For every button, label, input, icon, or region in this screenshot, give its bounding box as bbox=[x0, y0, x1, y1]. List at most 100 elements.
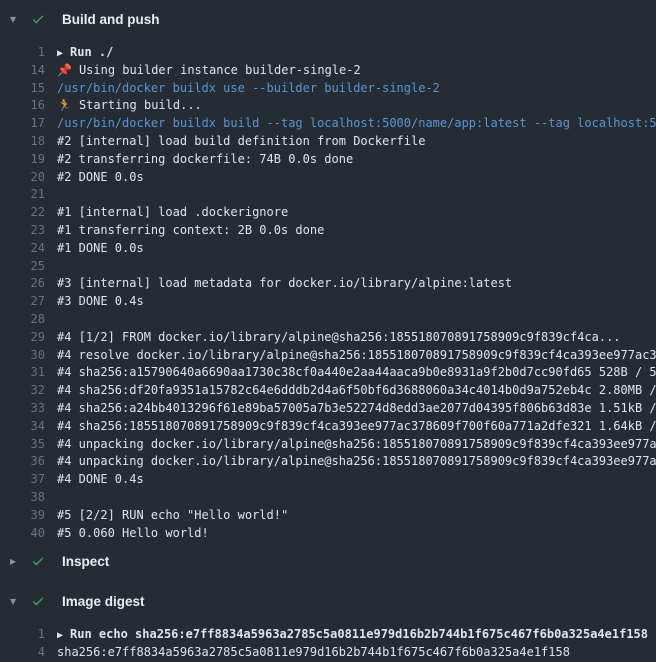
log-line: 22 #1 [internal] load .dockerignore bbox=[0, 204, 656, 222]
section-image-digest: ▾ Image digest 1 ▶Run echo sha256:e7ff883… bbox=[0, 582, 656, 662]
log-text: #1 transferring context: 2B 0.0s done bbox=[57, 222, 656, 240]
line-number[interactable]: 34 bbox=[0, 418, 45, 436]
line-number[interactable]: 36 bbox=[0, 453, 45, 471]
log-line: 32 #4 sha256:df20fa9351a15782c64e6dddb2d4… bbox=[0, 382, 656, 400]
log-line: 31 #4 sha256:a15790640a6690aa1730c38cf0a4… bbox=[0, 364, 656, 382]
chevron-down-icon[interactable]: ▾ bbox=[10, 13, 22, 25]
log-line: 1 ▶Run ./ bbox=[0, 44, 656, 62]
section-title[interactable]: Inspect bbox=[62, 554, 109, 569]
log-line: 18 #2 [internal] load build definition fr… bbox=[0, 133, 656, 151]
line-number[interactable]: 22 bbox=[0, 204, 45, 222]
log-line: 40#5 0.060 Hello world! bbox=[0, 525, 656, 543]
log-line: 17/usr/bin/docker buildx build --tag loc… bbox=[0, 115, 656, 133]
pushpin-icon: 📌 bbox=[57, 62, 72, 80]
log-text bbox=[57, 186, 656, 204]
line-number[interactable]: 4 bbox=[0, 644, 45, 662]
log-text: #4 sha256:185518070891758909c9f839cf4ca3… bbox=[57, 418, 656, 436]
log-lines-build-and-push: 1▶Run ./14📌Using builder instance builde… bbox=[0, 44, 656, 542]
log-line: 1 ▶Run echo sha256:e7ff8834a5963a2785c5a0… bbox=[0, 626, 656, 644]
log-text: #2 [internal] load build definition from… bbox=[57, 133, 656, 151]
line-number[interactable]: 20 bbox=[0, 169, 45, 187]
line-number[interactable]: 17 bbox=[0, 115, 45, 133]
log-text: #4 sha256:a24bb4013296f61e89ba57005a7b3e… bbox=[57, 400, 656, 418]
section-header-inspect[interactable]: ▸ Inspect bbox=[0, 542, 656, 580]
log-line: 28 bbox=[0, 311, 656, 329]
log-text: ▶Run ./ bbox=[57, 44, 656, 62]
log-line: 37#4 DONE 0.4s bbox=[0, 471, 656, 489]
section-title[interactable]: Image digest bbox=[62, 594, 145, 609]
log-text: #2 DONE 0.0s bbox=[57, 169, 656, 187]
line-number[interactable]: 32 bbox=[0, 382, 45, 400]
line-number[interactable]: 1 bbox=[0, 626, 45, 644]
log-text bbox=[57, 311, 656, 329]
log-text: #4 unpacking docker.io/library/alpine@sh… bbox=[57, 436, 656, 454]
log-line: 19#2 transferring dockerfile: 74B 0.0s d… bbox=[0, 151, 656, 169]
line-number[interactable]: 23 bbox=[0, 222, 45, 240]
line-number[interactable]: 33 bbox=[0, 400, 45, 418]
log-line: 20 #2 DONE 0.0s bbox=[0, 169, 656, 187]
line-number[interactable]: 16 bbox=[0, 97, 45, 115]
log-text: #3 [internal] load metadata for docker.i… bbox=[57, 275, 656, 293]
check-success-icon bbox=[30, 553, 46, 569]
line-number[interactable]: 27 bbox=[0, 293, 45, 311]
log-text bbox=[57, 258, 656, 276]
log-text: /usr/bin/docker buildx build --tag local… bbox=[57, 115, 656, 133]
line-number[interactable]: 21 bbox=[0, 186, 45, 204]
section-title[interactable]: Build and push bbox=[62, 12, 160, 27]
play-icon: ▶ bbox=[57, 627, 63, 644]
log-line: 30 #4 resolve docker.io/library/alpine@sh… bbox=[0, 347, 656, 365]
log-line: 33 #4 sha256:a24bb4013296f61e89ba57005a7b… bbox=[0, 400, 656, 418]
line-number[interactable]: 39 bbox=[0, 507, 45, 525]
log-text: /usr/bin/docker buildx use --builder bui… bbox=[57, 80, 656, 98]
section-header-build-and-push[interactable]: ▾ Build and push bbox=[0, 0, 656, 38]
log-text: #1 [internal] load .dockerignore bbox=[57, 204, 656, 222]
line-number[interactable]: 24 bbox=[0, 240, 45, 258]
section-inspect: ▸ Inspect bbox=[0, 542, 656, 580]
runner-icon: 🏃 bbox=[57, 97, 72, 115]
check-success-icon bbox=[30, 593, 46, 609]
actions-log: ▾ Build and push 1▶Run ./14📌Using builde… bbox=[0, 0, 656, 662]
play-icon: ▶ bbox=[57, 45, 63, 62]
line-number[interactable]: 28 bbox=[0, 311, 45, 329]
line-number[interactable]: 38 bbox=[0, 489, 45, 507]
log-line: 26 #3 [internal] load metadata for docker… bbox=[0, 275, 656, 293]
line-number[interactable]: 29 bbox=[0, 329, 45, 347]
log-line: 16 🏃Starting build... bbox=[0, 97, 656, 115]
log-text: #5 [2/2] RUN echo "Hello world!" bbox=[57, 507, 656, 525]
log-text: #4 resolve docker.io/library/alpine@sha2… bbox=[57, 347, 656, 365]
line-number[interactable]: 19 bbox=[0, 151, 45, 169]
section-build-and-push: ▾ Build and push 1▶Run ./14📌Using builde… bbox=[0, 0, 656, 542]
log-text: #4 sha256:a15790640a6690aa1730c38cf0a440… bbox=[57, 364, 656, 382]
log-line: 38 bbox=[0, 489, 656, 507]
log-line: 4 sha256:e7ff8834a5963a2785c5a0811e979d16… bbox=[0, 644, 656, 662]
line-number[interactable]: 25 bbox=[0, 258, 45, 276]
line-number[interactable]: 26 bbox=[0, 275, 45, 293]
line-number[interactable]: 1 bbox=[0, 44, 45, 62]
log-line: 39 #5 [2/2] RUN echo "Hello world!" bbox=[0, 507, 656, 525]
line-number[interactable]: 15 bbox=[0, 80, 45, 98]
log-text: #1 DONE 0.0s bbox=[57, 240, 656, 258]
log-line: 35 #4 unpacking docker.io/library/alpine@… bbox=[0, 436, 656, 454]
log-text: sha256:e7ff8834a5963a2785c5a0811e979d16b… bbox=[57, 644, 656, 662]
log-line: 23 #1 transferring context: 2B 0.0s done bbox=[0, 222, 656, 240]
log-lines-image-digest: 1 ▶Run echo sha256:e7ff8834a5963a2785c5a0… bbox=[0, 626, 656, 662]
line-number[interactable]: 37 bbox=[0, 471, 45, 489]
line-number[interactable]: 35 bbox=[0, 436, 45, 454]
log-text: #4 unpacking docker.io/library/alpine@sh… bbox=[57, 453, 656, 471]
line-number[interactable]: 14 bbox=[0, 62, 45, 80]
log-text: 🏃Starting build... bbox=[57, 97, 656, 115]
log-text: ▶Run echo sha256:e7ff8834a5963a2785c5a08… bbox=[57, 626, 656, 644]
log-line: 34 #4 sha256:185518070891758909c9f839cf4c… bbox=[0, 418, 656, 436]
line-number[interactable]: 40 bbox=[0, 525, 45, 543]
chevron-right-icon[interactable]: ▸ bbox=[10, 555, 22, 567]
line-number[interactable]: 30 bbox=[0, 347, 45, 365]
line-number[interactable]: 18 bbox=[0, 133, 45, 151]
section-header-image-digest[interactable]: ▾ Image digest bbox=[0, 582, 656, 620]
log-text bbox=[57, 489, 656, 507]
chevron-down-icon[interactable]: ▾ bbox=[10, 595, 22, 607]
log-line: 15/usr/bin/docker buildx use --builder b… bbox=[0, 80, 656, 98]
log-line: 21 bbox=[0, 186, 656, 204]
line-number[interactable]: 31 bbox=[0, 364, 45, 382]
log-line: 27#3 DONE 0.4s bbox=[0, 293, 656, 311]
log-text: #4 sha256:df20fa9351a15782c64e6dddb2d4a6… bbox=[57, 382, 656, 400]
